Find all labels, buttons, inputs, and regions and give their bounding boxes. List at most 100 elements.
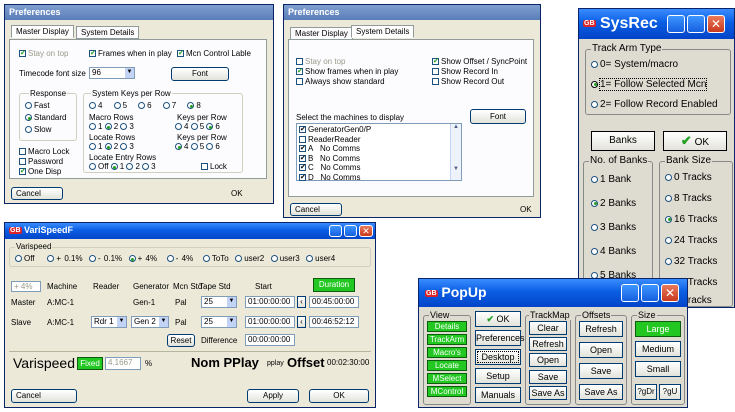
response-standard-radio[interactable]: Standard [25, 113, 66, 122]
close-button[interactable]: ✕ [661, 284, 679, 302]
ok-button[interactable]: OK [231, 189, 243, 198]
scroll-up-icon[interactable]: ▲ [451, 124, 461, 130]
list-item[interactable]: ✔ GeneratorGen0/P [299, 125, 371, 135]
view-locate-button[interactable]: Locate [427, 360, 467, 371]
frames-when-in-play-checkbox[interactable]: ✔ Frames when in play [89, 49, 172, 58]
minimize-button[interactable] [621, 284, 639, 302]
font-button[interactable]: Font [470, 109, 526, 124]
fixed-value-field[interactable]: 4.1667 [105, 357, 141, 370]
track-arm-opt1[interactable]: 1= Follow Selected Mcn [591, 78, 708, 91]
timecode-font-select[interactable]: 96 ▼ [89, 67, 135, 79]
slave-generator-select[interactable]: Gen 2 ▼ [131, 316, 169, 328]
scroll-down-icon[interactable]: ▼ [451, 166, 461, 172]
cancel-button[interactable]: Cancel [11, 389, 77, 403]
slave-duration-field[interactable]: 00:46:52:12 [309, 316, 359, 328]
keys-per-row-radios-2[interactable]: 4 5 6 [175, 142, 220, 151]
trackmap-open-button[interactable]: Open [529, 353, 567, 367]
offsets-open-button[interactable]: Open [579, 342, 623, 358]
keys-per-row-radios-1[interactable]: 4 5 6 [175, 122, 220, 131]
response-fast-radio[interactable]: Fast [25, 101, 50, 110]
slave-reader-select[interactable]: Rdr 1 ▼ [91, 316, 127, 328]
size-radio[interactable]: 0 Tracks [665, 172, 712, 183]
maximize-button[interactable] [344, 225, 357, 237]
list-item[interactable]: ✔ D No Comms [299, 173, 371, 183]
close-button[interactable]: ✕ [707, 15, 725, 33]
tab-system-details[interactable]: System Details [76, 26, 140, 39]
master-duration-field[interactable]: 00:45:00:00 [309, 296, 359, 308]
bank-radio[interactable]: 4 Banks [591, 246, 636, 257]
track-arm-opt2[interactable]: 2= Follow Record Enabled [591, 99, 718, 110]
slave-arrow-button[interactable]: ‹ [297, 316, 306, 328]
setup-button[interactable]: Setup [475, 368, 521, 384]
reset-button[interactable]: Reset [167, 334, 195, 347]
difference-field[interactable]: 00:00:00:00 [245, 334, 295, 346]
offsets-refresh-button[interactable]: Refresh [579, 321, 623, 337]
trackmap-refresh-button[interactable]: Refresh [529, 337, 567, 351]
show-frames-checkbox[interactable]: ✔ Show frames when in play [296, 67, 398, 76]
duration-button[interactable]: Duration [313, 278, 355, 292]
show-offset-checkbox[interactable]: ✔ Show Offset / SyncPoint [432, 57, 527, 66]
always-standard-checkbox[interactable]: Always show standard [296, 77, 385, 86]
varispeed-radios[interactable]: Off + 0.1% - 0.1% + 4% - 4% ToTo user2 u… [15, 254, 335, 263]
mcn-control-label-checkbox[interactable]: ✔ Mcn Control Lable [177, 49, 251, 58]
size-small-button[interactable]: Small [635, 361, 681, 377]
size-radio[interactable]: 8 Tracks [665, 193, 712, 204]
ok-button[interactable]: ✔ OK [475, 311, 521, 327]
macro-lock-checkbox[interactable]: Macro Lock [19, 147, 69, 156]
desktop-button[interactable]: Desktop [475, 349, 521, 365]
list-scrollbar[interactable]: ▲ ▼ [450, 124, 461, 180]
track-arm-opt0[interactable]: 0= System/macro [591, 59, 678, 70]
size-radio[interactable]: 24 Tracks [665, 235, 717, 246]
font-button[interactable]: Font [171, 67, 229, 81]
tab-system-details[interactable]: System Details [351, 25, 415, 38]
tab-master-display[interactable]: Master Display [11, 25, 74, 38]
fixed-button[interactable]: Fixed [77, 357, 103, 370]
locate-rows-radios[interactable]: 1 2 3 [89, 142, 134, 151]
slave-tape-std-select[interactable]: 25 ▼ [201, 316, 237, 328]
ok-button[interactable]: ✔ OK [663, 131, 727, 151]
trackmap-save-as-button[interactable]: Save As [529, 386, 567, 400]
view-trackarm-button[interactable]: TrackArm [427, 334, 467, 345]
show-record-in-checkbox[interactable]: Show Record In [432, 67, 498, 76]
trackmap-clear-button[interactable]: Clear [529, 321, 567, 335]
list-item[interactable]: ✔ C No Comms [299, 163, 371, 173]
master-start-field[interactable]: 01:00:00:00 [245, 296, 295, 308]
cancel-button[interactable]: Cancel [290, 203, 342, 216]
size-medium-button[interactable]: Medium [635, 341, 681, 357]
manuals-button[interactable]: Manuals [475, 387, 521, 403]
view-macros-button[interactable]: Macro's [427, 347, 467, 358]
maximize-button[interactable] [687, 15, 705, 33]
view-mselect-button[interactable]: MSelect [427, 373, 467, 384]
system-keys-radios[interactable]: 4 5 6 7 8 [89, 101, 201, 110]
password-checkbox[interactable]: Password [19, 157, 63, 166]
macro-rows-radios[interactable]: 1 2 3 [89, 122, 134, 131]
trackmap-save-button[interactable]: Save [529, 370, 567, 384]
apply-button[interactable]: Apply [247, 389, 299, 403]
banks-button[interactable]: Banks [591, 131, 655, 151]
size-radio[interactable]: 16 Tracks [665, 214, 717, 225]
offsets-save-button[interactable]: Save [579, 363, 623, 379]
offsets-save-as-button[interactable]: Save As [579, 384, 623, 400]
bank-radio[interactable]: 3 Banks [591, 222, 636, 233]
bank-radio[interactable]: 1 Bank [591, 174, 631, 185]
stay-on-top-checkbox[interactable]: ✔ Stay on top [19, 49, 68, 58]
master-tape-std-select[interactable]: 25 ▼ [201, 296, 237, 308]
view-mcontrol-button[interactable]: MControl [427, 386, 467, 397]
locate-entry-radios[interactable]: Off 1 2 3 [89, 162, 156, 171]
preferences-button[interactable]: Preferences [475, 330, 525, 346]
ok-button[interactable]: OK [520, 205, 532, 214]
minimize-button[interactable] [329, 225, 342, 237]
show-record-out-checkbox[interactable]: Show Record Out [432, 77, 504, 86]
lock-checkbox[interactable]: Lock [201, 162, 227, 171]
size-radio[interactable]: 32 Tracks [665, 256, 717, 267]
master-arrow-button[interactable]: ‹ [297, 296, 306, 308]
ok-button[interactable]: OK [309, 389, 369, 403]
cancel-button[interactable]: Cancel [11, 187, 63, 200]
stay-on-top-checkbox[interactable]: Stay on top [296, 57, 345, 66]
minimize-button[interactable] [667, 15, 685, 33]
list-item[interactable]: ✔ B No Comms [299, 154, 371, 164]
list-item[interactable]: ReaderReader [299, 135, 371, 145]
bank-radio[interactable]: 2 Banks [591, 198, 636, 209]
response-slow-radio[interactable]: Slow [25, 125, 51, 134]
percent-field[interactable]: + 4% [11, 281, 41, 292]
